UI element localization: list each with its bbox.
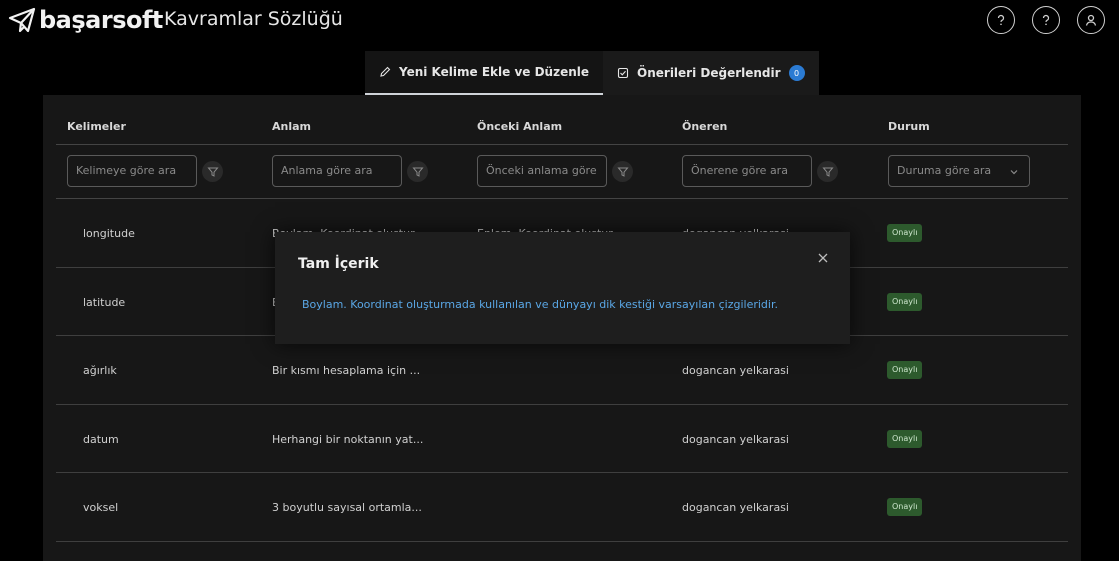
word-cell: latitude	[83, 295, 126, 309]
filter-icon	[411, 167, 424, 177]
top-bar: başarsoft Kavramlar Sözlüğü	[0, 0, 1119, 40]
proposer-cell: dogancan yelkarasi	[682, 432, 789, 446]
status-badge: Onaylı	[887, 429, 923, 448]
full-content-popover: Tam İçerik Boylam. Koordinat oluşturmada…	[275, 232, 850, 344]
previous-meaning-filter-button[interactable]	[612, 161, 633, 182]
brand-name: başarsoft	[39, 6, 163, 34]
word-filter-button[interactable]	[202, 161, 223, 182]
meaning-filter-button[interactable]	[407, 161, 428, 182]
user-menu-button[interactable]	[1077, 6, 1105, 34]
column-header-words[interactable]: Kelimeler	[67, 120, 126, 133]
help-icon	[997, 14, 1005, 26]
paper-plane-logo-icon	[8, 7, 36, 33]
proposer-cell: dogancan yelkarasi	[682, 364, 789, 377]
word-cell: voksel	[83, 501, 119, 514]
meaning-search-input[interactable]: Anlama göre ara	[272, 155, 402, 187]
column-header-status[interactable]: Durum	[888, 120, 930, 133]
table-header: Kelimeler Anlam Önceki Anlam Öneren Duru…	[56, 95, 1068, 145]
tab-add-edit-word[interactable]: Yeni Kelime Ekle ve Düzenle	[365, 51, 604, 95]
help-button[interactable]	[987, 6, 1015, 34]
help-button-secondary[interactable]	[1032, 6, 1060, 34]
user-icon	[1085, 14, 1097, 26]
filter-icon	[206, 167, 219, 177]
suggestion-count-badge: 0	[788, 65, 805, 81]
previous-meaning-search-input[interactable]: Önceki anlama göre	[477, 155, 607, 187]
table-row[interactable]: voksel 3 boyutlu sayısal ortamla... doga…	[56, 473, 1068, 542]
header-actions	[987, 6, 1105, 34]
word-cell: longitude	[83, 227, 135, 240]
pencil-icon	[380, 66, 391, 77]
filter-row: Kelimeye göre ara Anlama göre ara Önceki…	[56, 145, 1068, 199]
page-title: Kavramlar Sözlüğü	[164, 8, 343, 30]
popover-content: Boylam. Koordinat oluşturmada kullanılan…	[302, 298, 778, 311]
word-cell: datum	[83, 432, 119, 446]
meaning-cell[interactable]: Bir kısmı hesaplama için ...	[272, 364, 420, 377]
table-row[interactable]: ağırlık Bir kısmı hesaplama için ... dog…	[56, 336, 1068, 405]
meaning-cell[interactable]: 3 boyutlu sayısal ortamla...	[272, 501, 422, 514]
checklist-icon	[617, 67, 629, 79]
column-header-previous-meaning[interactable]: Önceki Anlam	[477, 120, 562, 133]
chevron-down-icon	[1010, 170, 1018, 175]
word-search-input[interactable]: Kelimeye göre ara	[67, 155, 197, 187]
column-header-proposer[interactable]: Öneren	[682, 120, 727, 133]
status-select[interactable]: Duruma göre ara	[888, 155, 1030, 187]
proposer-filter-button[interactable]	[817, 161, 838, 182]
tab-label: Önerileri Değerlendir	[637, 66, 781, 80]
meaning-cell[interactable]: Herhangi bir noktanın yat...	[272, 433, 423, 446]
tab-bar: Yeni Kelime Ekle ve Düzenle Önerileri De…	[365, 51, 819, 95]
status-badge: Onaylı	[887, 224, 923, 242]
status-badge: Onaylı	[887, 292, 923, 311]
proposer-search-input[interactable]: Önerene göre ara	[682, 155, 812, 187]
column-header-meaning[interactable]: Anlam	[272, 120, 311, 133]
table-row[interactable]: datum Herhangi bir noktanın yat... dogan…	[56, 405, 1068, 473]
help-icon	[1042, 14, 1050, 26]
status-badge: Onaylı	[887, 498, 923, 516]
proposer-cell: dogancan yelkarasi	[682, 501, 789, 514]
tab-evaluate-suggestions[interactable]: Önerileri Değerlendir 0	[603, 51, 819, 95]
status-badge: Onaylı	[887, 361, 923, 379]
filter-icon	[821, 167, 834, 177]
brand-logo[interactable]: başarsoft	[8, 4, 163, 36]
status-select-placeholder: Duruma göre ara	[897, 164, 992, 177]
filter-icon	[616, 167, 629, 177]
word-cell: ağırlık	[83, 364, 117, 377]
popover-title: Tam İçerik	[298, 256, 379, 272]
tab-label: Yeni Kelime Ekle ve Düzenle	[399, 65, 590, 79]
close-icon[interactable]	[816, 251, 830, 265]
